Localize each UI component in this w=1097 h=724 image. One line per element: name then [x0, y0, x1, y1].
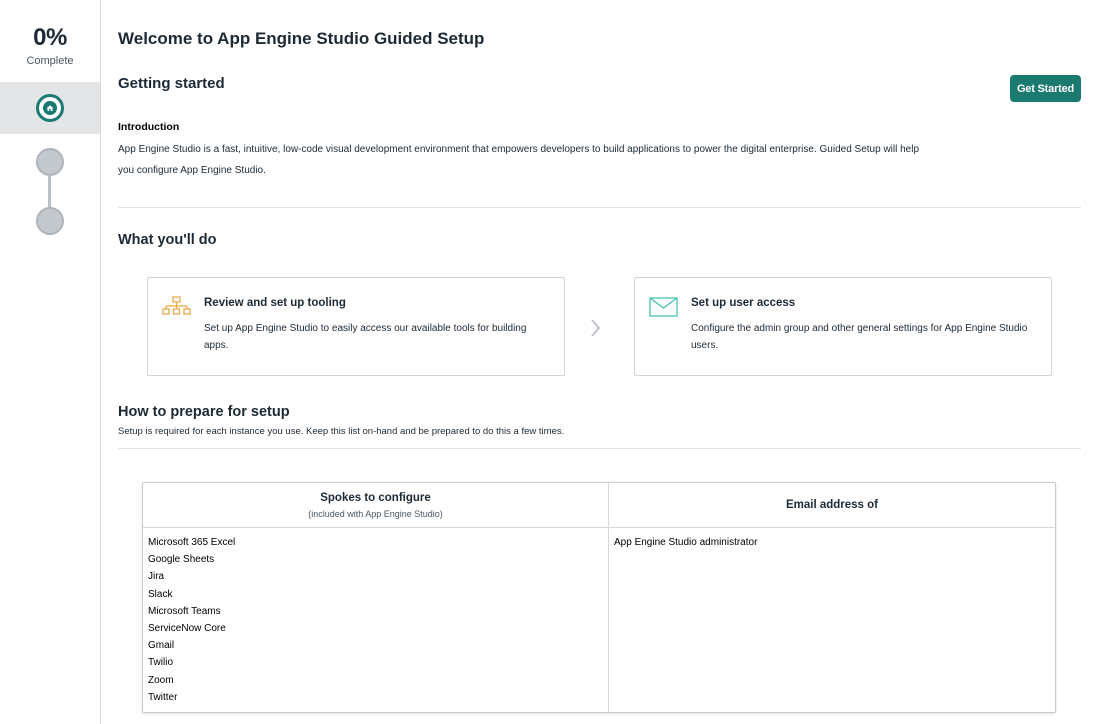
card-review-tooling-description: Set up App Engine Studio to easily acces… [204, 323, 527, 351]
introduction-line-2: you configure App Engine Studio. [118, 165, 266, 176]
email-list-item: App Engine Studio administrator [614, 537, 758, 548]
card-user-access-title: Set up user access [691, 297, 796, 309]
page-title: Welcome to App Engine Studio Guided Setu… [118, 29, 485, 48]
table-header-divider [143, 527, 1055, 528]
list-item: ServiceNow Core [148, 623, 226, 635]
list-item: Twitter [148, 691, 178, 703]
card-review-tooling-title: Review and set up tooling [204, 297, 346, 309]
list-item: Microsoft 365 Excel [148, 537, 236, 548]
step-connector [48, 175, 51, 211]
table-subheader-spokes: (included with App Engine Studio) [308, 509, 443, 519]
spokes-list: Microsoft 365 Excel Google Sheets Jira S… [148, 534, 235, 706]
introduction-text: App Engine Studio is a fast, intuitive, … [118, 139, 993, 181]
prepare-title: How to prepare for setup [118, 404, 290, 420]
list-item: Jira [148, 571, 165, 583]
home-icon [36, 94, 64, 122]
progress-label: Complete [26, 55, 74, 67]
introduction-heading: Introduction [118, 121, 180, 133]
card-user-access[interactable]: Set up user access Configure the admin g… [634, 277, 1052, 376]
list-item: Twilio [148, 657, 174, 669]
list-item: Zoom [148, 674, 174, 686]
section-divider [118, 207, 1081, 208]
prepare-subtitle: Setup is required for each instance you … [118, 426, 565, 437]
step-3-circle[interactable] [36, 207, 64, 235]
table-column-divider [608, 483, 609, 712]
hierarchy-icon [162, 296, 192, 325]
introduction-line-1: App Engine Studio is a fast, intuitive, … [118, 144, 920, 155]
table-header-spokes: Spokes to configure [320, 492, 431, 504]
getting-started-title: Getting started [118, 75, 225, 92]
list-item: Google Sheets [148, 554, 215, 566]
list-item: Gmail [148, 640, 175, 652]
step-2-circle[interactable] [36, 148, 64, 176]
list-item: Microsoft Teams [148, 605, 221, 617]
chevron-right-icon [590, 318, 602, 343]
table-header-email: Email address of [785, 499, 879, 511]
progress-rail: 0% Complete [0, 0, 101, 724]
card-review-tooling[interactable]: Review and set up tooling Set up App Eng… [147, 277, 565, 376]
guided-setup-app: 0% Complete Welcome to App Engine Studio… [0, 0, 1097, 724]
card-user-access-description: Configure the admin group and other gene… [691, 323, 1028, 351]
setup-requirements-table: Spokes to configure (included with App E… [142, 482, 1056, 713]
envelope-icon [649, 296, 679, 323]
get-started-button[interactable]: Get Started [1010, 75, 1081, 102]
progress-percent: 0% [33, 24, 67, 51]
list-item: Slack [148, 588, 173, 600]
what-youll-do-title: What you'll do [118, 232, 217, 248]
section-divider [118, 448, 1081, 449]
step-home[interactable] [0, 82, 100, 134]
